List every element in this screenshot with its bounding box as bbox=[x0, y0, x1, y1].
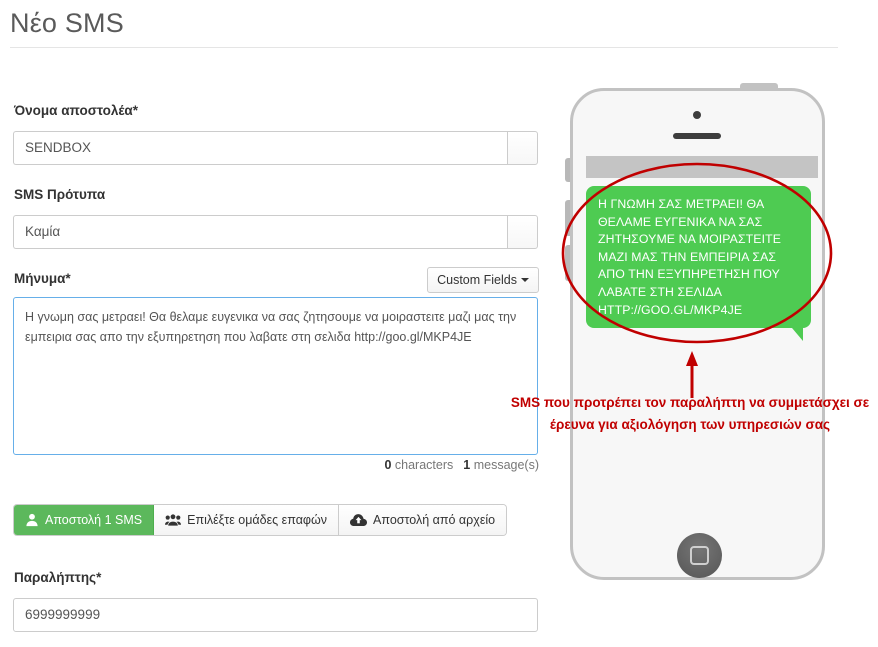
sender-input[interactable] bbox=[13, 131, 507, 165]
home-button-square-icon bbox=[690, 546, 709, 565]
recipient-label: Παραλήπτης* bbox=[14, 570, 102, 585]
sender-input-group[interactable] bbox=[13, 131, 538, 165]
phone-speaker-icon bbox=[673, 133, 721, 139]
select-contact-groups-label: Επιλέξτε ομάδες επαφών bbox=[187, 513, 328, 527]
phone-screen: Η ΓΝΩΜΗ ΣΑΣ ΜΕΤΡΑΕΙ! ΘΑ ΘΕΛΑΜΕ ΕΥΓΕΝΙΚΑ … bbox=[578, 151, 818, 531]
send-from-file-button[interactable]: Αποστολή από αρχείο bbox=[339, 505, 507, 535]
template-input-group[interactable] bbox=[13, 215, 538, 249]
annotation-caption: SMS που προτρέπει τον παραλήπτη να συμμε… bbox=[510, 395, 870, 432]
sms-form: Όνομα αποστολέα* SMS Πρότυπα Μήνυμα* Cus… bbox=[0, 0, 555, 647]
chevron-down-icon bbox=[521, 277, 529, 282]
select-contact-groups-button[interactable]: Επιλέξτε ομάδες επαφών bbox=[154, 505, 340, 535]
template-label: SMS Πρότυπα bbox=[14, 187, 106, 202]
custom-fields-label: Custom Fields bbox=[437, 273, 517, 287]
template-input[interactable] bbox=[13, 215, 507, 249]
message-textarea[interactable] bbox=[13, 297, 538, 455]
messages-label: message(s) bbox=[473, 458, 539, 472]
sms-preview-bubble: Η ΓΝΩΜΗ ΣΑΣ ΜΕΤΡΑΕΙ! ΘΑ ΘΕΛΑΜΕ ΕΥΓΕΝΙΚΑ … bbox=[586, 186, 811, 329]
message-label: Μήνυμα* bbox=[14, 271, 71, 286]
messages-count: 1 bbox=[463, 458, 471, 472]
custom-fields-button[interactable]: Custom Fields bbox=[427, 267, 539, 293]
cloud-upload-icon bbox=[350, 513, 368, 527]
recipient-input-group[interactable] bbox=[13, 598, 538, 632]
sender-label: Όνομα αποστολέα* bbox=[14, 103, 138, 118]
send-single-sms-label: Αποστολή 1 SMS bbox=[45, 513, 143, 527]
recipient-input[interactable] bbox=[13, 598, 538, 632]
sender-input-addon[interactable] bbox=[507, 131, 538, 165]
characters-count: 0 bbox=[384, 458, 392, 472]
phone-home-button bbox=[677, 533, 722, 578]
send-single-sms-button[interactable]: Αποστολή 1 SMS bbox=[14, 505, 155, 535]
phone-camera-icon bbox=[693, 111, 701, 119]
send-from-file-label: Αποστολή από αρχείο bbox=[373, 513, 496, 527]
screen-status-bar bbox=[586, 156, 818, 178]
character-counter: 0 characters 1 message(s) bbox=[384, 458, 539, 472]
send-mode-button-group: Αποστολή 1 SMS Επιλέξτε ομάδες επαφών Απ… bbox=[14, 505, 507, 535]
user-icon bbox=[25, 513, 39, 527]
characters-label: characters bbox=[394, 458, 454, 472]
users-group-icon bbox=[165, 513, 182, 527]
template-input-addon[interactable] bbox=[507, 215, 538, 249]
